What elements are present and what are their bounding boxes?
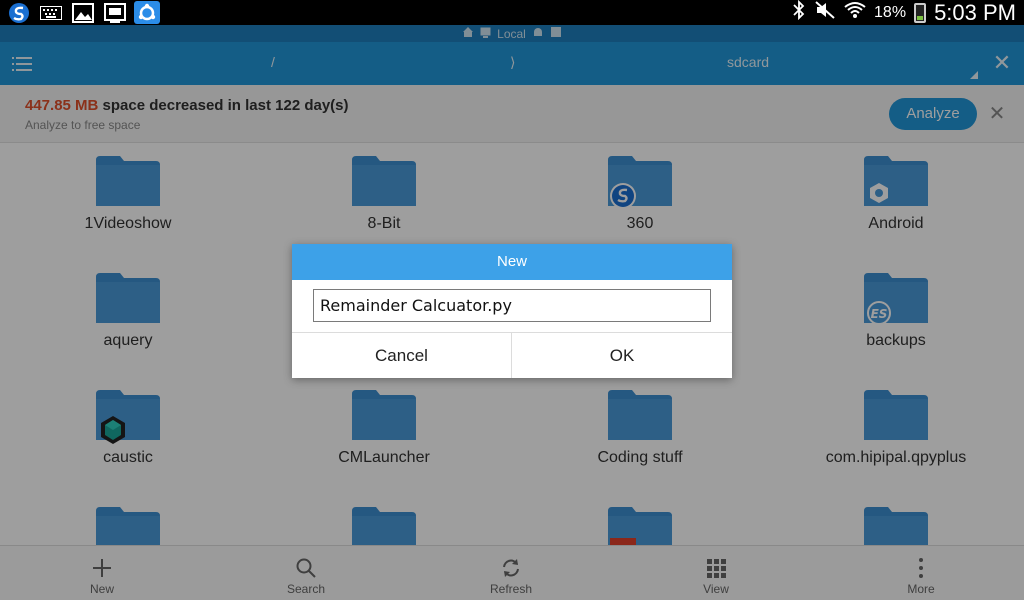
filename-input[interactable] bbox=[313, 289, 711, 322]
keyboard-icon bbox=[38, 1, 64, 24]
battery-icon bbox=[914, 2, 927, 23]
dialog-title: New bbox=[292, 244, 732, 280]
status-bar: 18% 5:03 PM bbox=[0, 0, 1024, 25]
new-file-dialog: New Cancel OK bbox=[292, 244, 732, 378]
cancel-button[interactable]: Cancel bbox=[292, 333, 511, 378]
wifi-icon bbox=[844, 1, 866, 24]
screenshot-icon bbox=[102, 1, 128, 24]
sync-app-icon bbox=[134, 1, 160, 24]
clock: 5:03 PM bbox=[934, 0, 1016, 25]
bluetooth-icon bbox=[792, 0, 806, 25]
mute-icon bbox=[814, 0, 836, 25]
battery-percent: 18% bbox=[874, 3, 907, 21]
s-app-icon bbox=[6, 1, 32, 24]
ok-button[interactable]: OK bbox=[512, 333, 732, 378]
gallery-icon bbox=[70, 1, 96, 24]
